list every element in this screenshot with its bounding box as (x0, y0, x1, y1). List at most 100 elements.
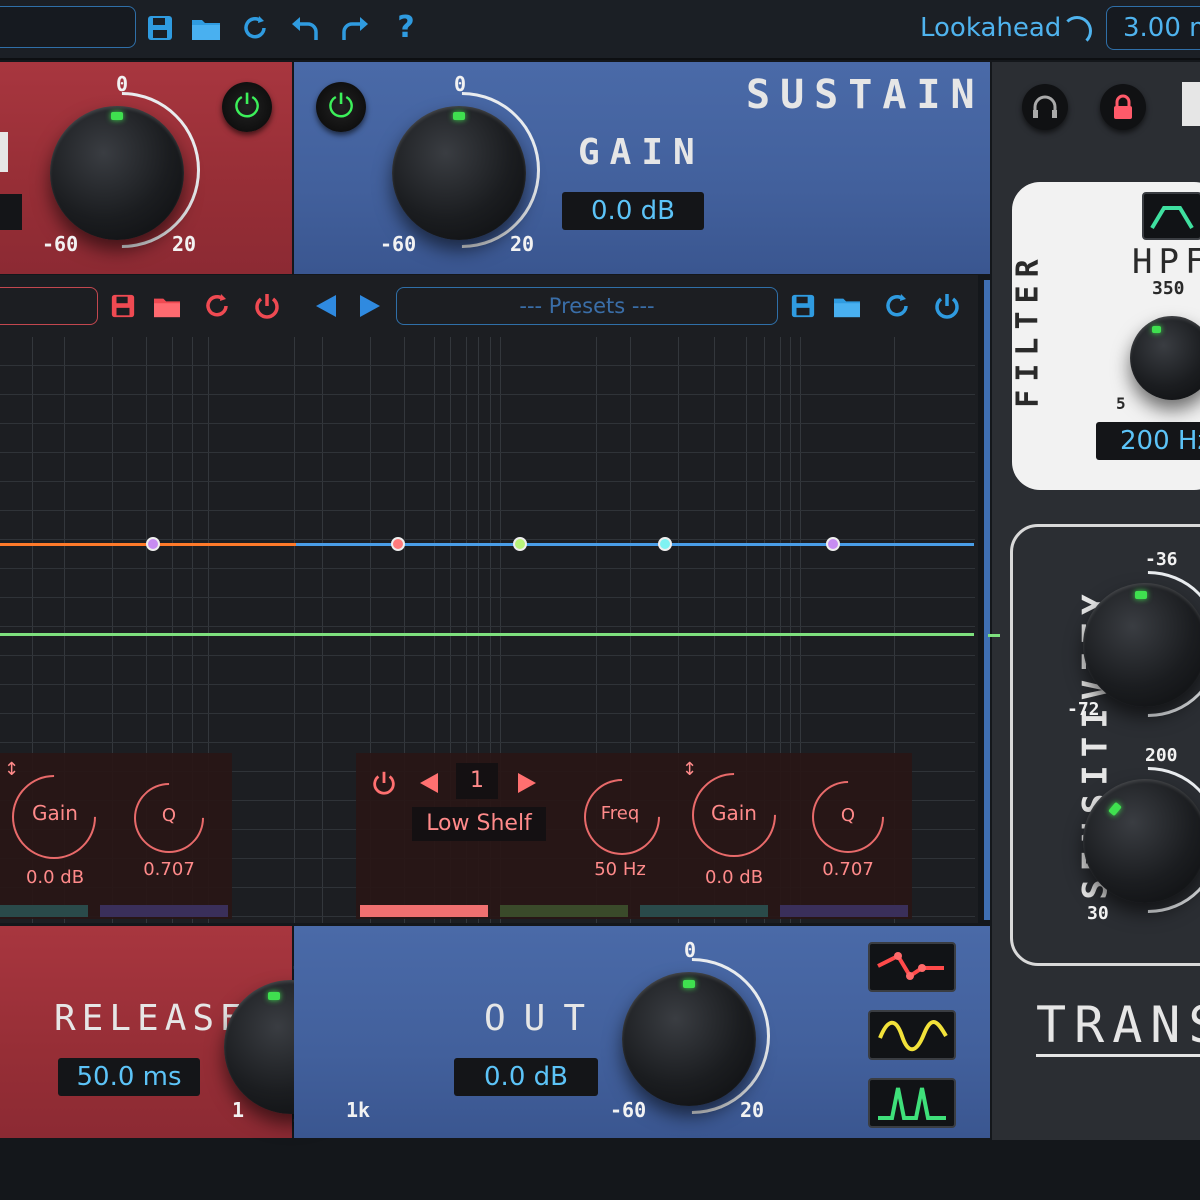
help-icon[interactable]: ? (392, 13, 420, 43)
output-level-marker (988, 634, 1000, 637)
undo-icon[interactable] (290, 14, 320, 42)
eq-panel: --- Presets --- ↕ Gain 0.0 dB Q 0.707 1 … (0, 275, 978, 923)
panel-divider (984, 280, 990, 920)
filter-freq-knob[interactable] (1130, 316, 1200, 400)
view-waveform-button[interactable] (868, 1010, 956, 1060)
eq-grid-hline (0, 655, 975, 656)
band-power-icon[interactable] (370, 769, 398, 797)
out-label: OUT (484, 998, 604, 1039)
eq-node-3[interactable] (513, 537, 527, 551)
eq-curve-output (0, 633, 974, 636)
eq-grid-hline (0, 568, 975, 569)
filter-scale-top: 350 (1152, 278, 1185, 299)
sustain-gain-readout[interactable]: 0.0 dB (562, 192, 704, 230)
sustain-gain-label: GAIN (578, 132, 705, 173)
band-color-strip[interactable] (640, 905, 768, 917)
sensitivity-knob1-scale-min: -72 (1067, 699, 1100, 720)
band-left-gain-value: 0.0 dB (25, 867, 85, 888)
sustain-scale-min: -60 (380, 232, 417, 256)
preset-name-field[interactable] (0, 6, 136, 48)
sustain-panel: ⏻ 0 -60 20 SUSTAIN GAIN 0.0 dB (294, 59, 990, 281)
reload-icon[interactable] (240, 13, 270, 43)
attack-knob[interactable] (50, 106, 184, 240)
band-left-panel: ↕ Gain 0.0 dB Q 0.707 (0, 753, 232, 919)
sensitivity-knob2[interactable] (1083, 779, 1200, 903)
attack-title-fragment (0, 132, 8, 172)
eq-node-2[interactable] (391, 537, 405, 551)
folder-icon[interactable] (190, 14, 222, 42)
sine-wave-icon (878, 1020, 948, 1052)
attack-scale-min: -60 (42, 232, 79, 256)
sustain-title: SUSTAIN (746, 72, 985, 118)
eq-grid-hline (0, 365, 975, 366)
power-icon: ⏻ (234, 87, 260, 125)
sensitivity-knob1-scale-top: -36 (1145, 549, 1178, 570)
filter-type-button[interactable] (1142, 192, 1200, 240)
release-readout[interactable]: 50.0 ms (58, 1058, 200, 1096)
gain-link-icon[interactable]: ↕ (682, 759, 697, 780)
headphones-button[interactable] (1022, 84, 1068, 130)
attack-scale-max: 20 (172, 232, 197, 256)
band-gain-value: 0.0 dB (704, 867, 764, 888)
filter-scale-min: 5 (1116, 394, 1126, 413)
sustain-power-button[interactable]: ⏻ (316, 82, 366, 132)
eq-grid-vline (294, 337, 295, 923)
band-next-icon[interactable] (516, 771, 538, 795)
out-knob[interactable] (622, 972, 756, 1106)
eq-node-4[interactable] (658, 537, 672, 551)
band-left-gain-label: Gain (32, 801, 78, 825)
band-left-q-label: Q (161, 805, 177, 826)
eq-grid-hline (0, 394, 975, 395)
band-color-strip (0, 905, 88, 917)
lookahead-label: Lookahead (920, 13, 1062, 43)
lookahead-value-field[interactable]: 3.00 m (1106, 6, 1200, 50)
eq-node-1[interactable] (146, 537, 160, 551)
redo-icon[interactable] (340, 14, 370, 42)
eq-grid-hline (0, 742, 975, 743)
band-color-strip[interactable] (780, 905, 908, 917)
lock-button[interactable] (1100, 84, 1146, 130)
spectrum-peaks-icon (878, 1087, 946, 1120)
band-q-value: 0.707 (822, 859, 874, 880)
eq-grid-hline (0, 452, 975, 453)
out-panel: 1k OUT 0.0 dB 0 -60 20 (294, 925, 990, 1147)
filter-box: FILTER HPF 350 5 200 Hz (1010, 182, 1200, 490)
filter-title: FILTER (1010, 251, 1046, 408)
band-color-strip (100, 905, 228, 917)
band-color-strip-active[interactable] (360, 905, 488, 917)
headphones-icon (1033, 95, 1057, 118)
sustain-gain-knob[interactable] (392, 106, 526, 240)
brand-text: TRANS (1036, 996, 1200, 1057)
filter-type-label: HPF (1132, 242, 1200, 282)
view-transient-button[interactable] (868, 942, 956, 992)
band-freq-value: 50 Hz (594, 859, 646, 880)
band-number[interactable]: 1 (456, 763, 498, 799)
filter-freq-readout[interactable]: 200 Hz (1096, 422, 1200, 460)
band-color-strip[interactable] (500, 905, 628, 917)
eq-node-5[interactable] (826, 537, 840, 551)
eq-grid-hline (0, 684, 975, 685)
hpf-shape-icon (1150, 206, 1194, 230)
filter-type-selector[interactable]: Low Shelf (412, 807, 546, 841)
view-spectrum-button[interactable] (868, 1078, 956, 1128)
eq-grid-vline (322, 337, 323, 923)
save-icon[interactable] (146, 14, 174, 42)
gain-link-icon[interactable]: ↕ (4, 759, 19, 780)
transient-curve-icon (877, 952, 944, 980)
out-scale-max: 20 (740, 1098, 765, 1122)
lock-icon (1114, 94, 1132, 119)
eq-grid-hline (0, 510, 975, 511)
lookahead-value: 3.00 m (1123, 13, 1200, 43)
right-panel: FILTER HPF 350 5 200 Hz SENSITIVITY -36 … (992, 62, 1200, 1140)
out-scale-min: -60 (610, 1098, 647, 1122)
band-main-panel: 1 Low Shelf Freq 50 Hz ↕ Gain 0.0 dB Q 0… (356, 753, 912, 919)
out-readout[interactable]: 0.0 dB (454, 1058, 598, 1096)
sensitivity-knob1[interactable] (1083, 583, 1200, 707)
power-icon: ⏻ (328, 87, 354, 125)
lookahead-knob[interactable] (1062, 16, 1092, 46)
band-gain-label: Gain (711, 801, 757, 825)
sensitivity-knob2-scale-min: 30 (1087, 903, 1109, 924)
attack-power-button[interactable]: ⏻ (222, 82, 272, 132)
band-prev-icon[interactable] (418, 771, 440, 795)
eq-grid-hline (0, 597, 975, 598)
